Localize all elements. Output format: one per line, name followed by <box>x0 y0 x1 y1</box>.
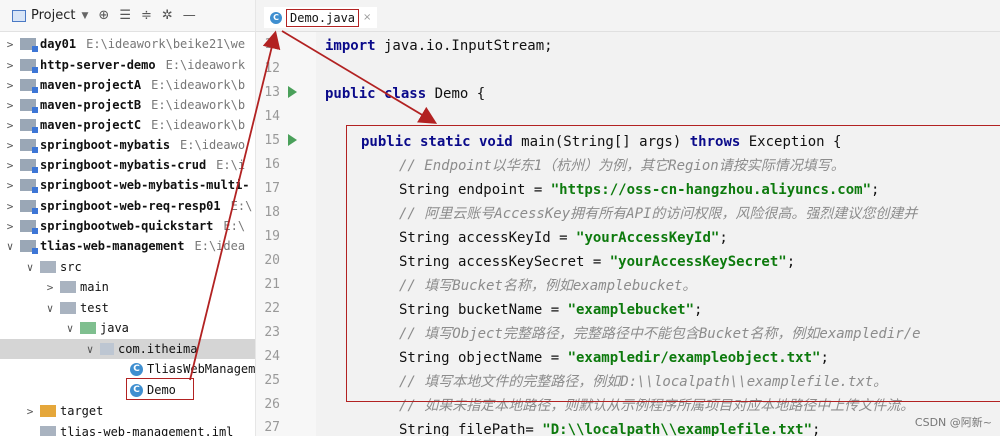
watermark: CSDN @阿新~ <box>914 416 992 429</box>
arrow-demo-to-tab <box>189 30 281 381</box>
arrow-tab-to-code <box>281 30 438 124</box>
annotation-arrows <box>189 30 438 381</box>
